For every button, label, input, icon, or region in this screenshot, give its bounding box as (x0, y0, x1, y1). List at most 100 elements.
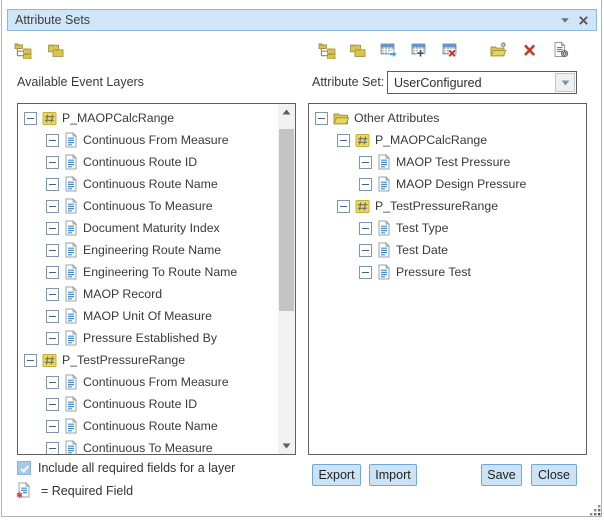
tree-item-label: Continuous From Measure (83, 375, 229, 389)
add-to-attribute-set-icon[interactable] (380, 41, 398, 59)
scrollbar-thumb[interactable] (279, 129, 294, 311)
tree-item[interactable]: Pressure Established By (18, 327, 278, 349)
collapse-toggle-icon[interactable] (24, 354, 37, 367)
field-icon (64, 374, 78, 390)
collapse-toggle-icon[interactable] (46, 420, 59, 433)
collapse-toggle-icon[interactable] (46, 398, 59, 411)
tree-item[interactable]: Continuous From Measure (18, 371, 278, 393)
tree-item[interactable]: Continuous Route Name (18, 173, 278, 195)
tree-item[interactable]: Continuous To Measure (18, 195, 278, 217)
tree-item-label: Continuous From Measure (83, 133, 229, 147)
field-icon (377, 220, 391, 236)
tree-item-label: Test Type (396, 221, 448, 235)
tree-item[interactable]: Test Date (309, 239, 586, 261)
titlebar[interactable]: Attribute Sets (7, 9, 597, 31)
collapse-toggle-icon[interactable] (337, 134, 350, 147)
collapse-toggle-icon[interactable] (359, 222, 372, 235)
collapse-toggle-icon[interactable] (46, 376, 59, 389)
tree-item[interactable]: MAOP Test Pressure (309, 151, 586, 173)
tree-item[interactable]: Test Type (309, 217, 586, 239)
new-attribute-set-icon[interactable] (411, 41, 429, 59)
collapse-toggle-icon[interactable] (46, 200, 59, 213)
expand-all-layers-icon[interactable] (14, 41, 32, 59)
tree-item[interactable]: Continuous From Measure (18, 129, 278, 151)
field-icon (377, 264, 391, 280)
tree-item[interactable]: P_TestPressureRange (18, 349, 278, 371)
collapse-toggle-icon[interactable] (46, 310, 59, 323)
tree-item-label: Continuous To Measure (83, 441, 213, 454)
tree-item[interactable]: Pressure Test (309, 261, 586, 283)
event-layer-icon (42, 111, 57, 126)
collapse-toggle-icon[interactable] (46, 222, 59, 235)
tree-item[interactable]: Continuous Route Name (18, 415, 278, 437)
collapse-toggle-icon[interactable] (315, 112, 328, 125)
export-button[interactable]: Export (312, 464, 361, 486)
tree-item[interactable]: P_TestPressureRange (309, 195, 586, 217)
available-layers-label: Available Event Layers (17, 75, 144, 89)
folder-icon (333, 111, 349, 126)
tree-item[interactable]: Continuous Route ID (18, 151, 278, 173)
dialog-title: Attribute Sets (8, 13, 556, 27)
collapse-toggle-icon[interactable] (46, 288, 59, 301)
tree-item[interactable]: Other Attributes (309, 107, 586, 129)
collapse-toggle-icon[interactable] (24, 112, 37, 125)
tree-item-label: Test Date (396, 243, 448, 257)
tree-item[interactable]: MAOP Unit Of Measure (18, 305, 278, 327)
scroll-up-icon[interactable] (278, 104, 295, 120)
tree-item[interactable]: P_MAOPCalcRange (18, 107, 278, 129)
delete-attribute-set-icon[interactable] (442, 41, 460, 59)
tree-item[interactable]: P_MAOPCalcRange (309, 129, 586, 151)
remove-item-icon[interactable] (521, 41, 539, 59)
collapse-all-layers-icon[interactable] (47, 41, 65, 59)
tree-item-label: MAOP Record (83, 287, 162, 301)
required-field-label: = Required Field (41, 484, 133, 498)
vertical-scrollbar[interactable] (278, 104, 295, 454)
scroll-down-icon[interactable] (278, 438, 295, 454)
tree-item[interactable]: MAOP Design Pressure (309, 173, 586, 195)
new-group-icon[interactable] (490, 41, 508, 59)
chevron-down-icon[interactable] (555, 73, 575, 92)
collapse-toggle-icon[interactable] (46, 134, 59, 147)
close-icon[interactable] (574, 11, 592, 29)
field-icon (377, 176, 391, 192)
tree-item[interactable]: MAOP Record (18, 283, 278, 305)
collapse-toggle-icon[interactable] (46, 178, 59, 191)
collapse-all-set-icon[interactable] (349, 41, 367, 59)
tree-item-label: Other Attributes (354, 111, 439, 125)
import-button[interactable]: Import (369, 464, 417, 486)
expand-all-set-icon[interactable] (318, 41, 336, 59)
collapse-toggle-icon[interactable] (46, 244, 59, 257)
collapse-toggle-icon[interactable] (46, 156, 59, 169)
tree-item-label: P_MAOPCalcRange (62, 111, 174, 125)
include-required-checkbox[interactable] (17, 461, 31, 475)
field-icon (64, 198, 78, 214)
collapse-toggle-icon[interactable] (359, 244, 372, 257)
tree-item[interactable]: Document Maturity Index (18, 217, 278, 239)
tree-item[interactable]: Continuous To Measure (18, 437, 278, 454)
collapse-toggle-icon[interactable] (359, 178, 372, 191)
tree-item-label: MAOP Test Pressure (396, 155, 510, 169)
window-menu-icon[interactable] (556, 11, 574, 29)
close-button[interactable]: Close (531, 464, 577, 486)
field-icon (64, 286, 78, 302)
attribute-set-label: Attribute Set: (312, 75, 384, 89)
field-icon (64, 264, 78, 280)
collapse-toggle-icon[interactable] (359, 156, 372, 169)
save-button[interactable]: Save (481, 464, 522, 486)
available-layers-panel: P_MAOPCalcRange Continuous From Measure Co… (17, 103, 296, 455)
set-properties-icon[interactable] (552, 41, 570, 59)
tree-item[interactable]: Engineering To Route Name (18, 261, 278, 283)
event-layer-icon (42, 353, 57, 368)
collapse-toggle-icon[interactable] (359, 266, 372, 279)
collapse-toggle-icon[interactable] (46, 442, 59, 455)
attribute-set-combobox[interactable]: UserConfigured (387, 71, 577, 94)
collapse-toggle-icon[interactable] (46, 332, 59, 345)
tree-item[interactable]: Continuous Route ID (18, 393, 278, 415)
event-layer-icon (355, 199, 370, 214)
collapse-toggle-icon[interactable] (337, 200, 350, 213)
field-icon (377, 242, 391, 258)
resize-grip[interactable] (589, 504, 602, 517)
tree-item[interactable]: Engineering Route Name (18, 239, 278, 261)
include-required-row: Include all required fields for a layer (17, 461, 235, 475)
collapse-toggle-icon[interactable] (46, 266, 59, 279)
